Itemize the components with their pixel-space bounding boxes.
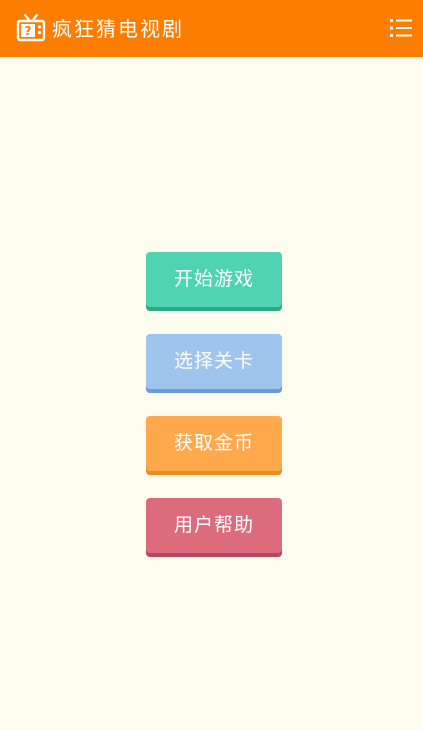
app-title: 疯狂猜电视剧 xyxy=(52,17,184,41)
start-game-button[interactable]: 开始游戏 xyxy=(146,252,282,307)
user-help-button[interactable]: 用户帮助 xyxy=(146,498,282,553)
select-level-button[interactable]: 选择关卡 xyxy=(146,334,282,389)
get-coins-button[interactable]: 获取金币 xyxy=(146,416,282,471)
app-header: ? 疯狂猜电视剧 xyxy=(0,0,423,57)
list-menu-icon[interactable] xyxy=(388,15,414,41)
tv-question-icon: ? xyxy=(16,13,46,42)
svg-text:?: ? xyxy=(25,24,32,38)
